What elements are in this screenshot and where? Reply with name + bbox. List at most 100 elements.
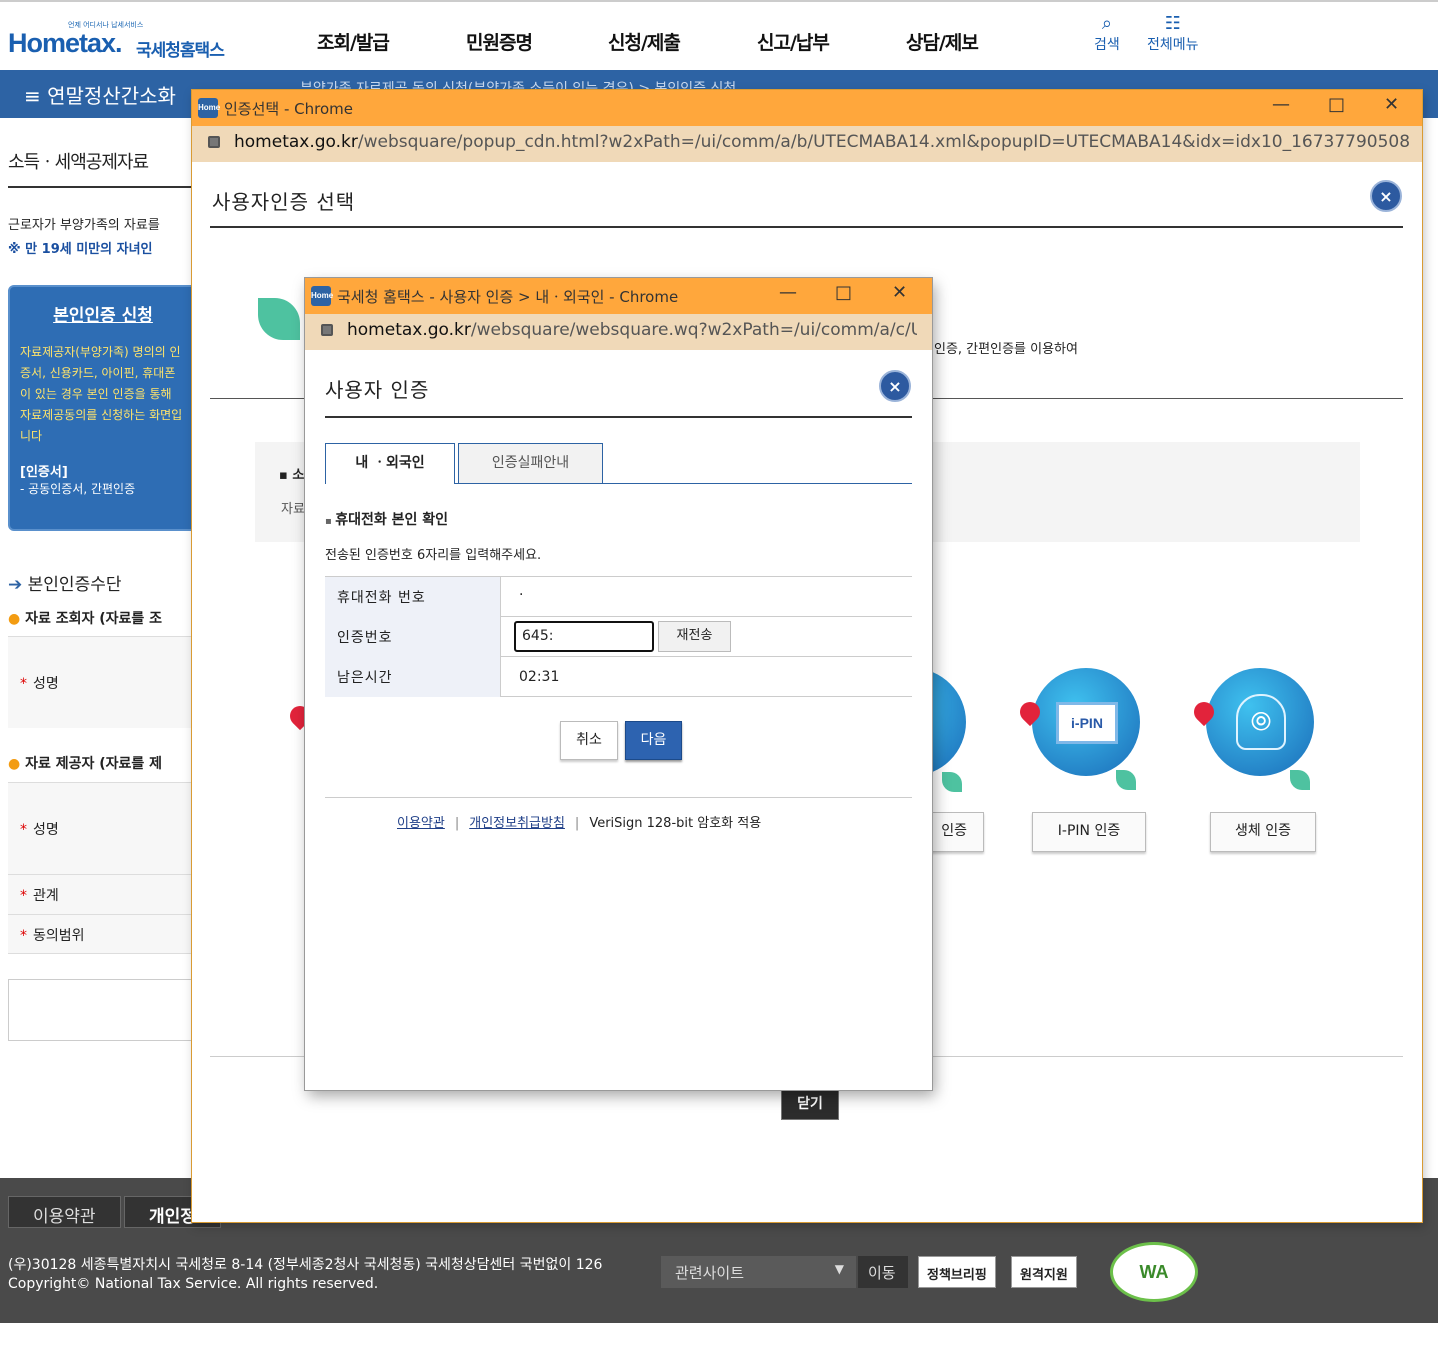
box-desc: 자료제공자(부양가족) 명의의 인증서, 신용카드, 아이핀, 휴대폰이 있는 …	[20, 345, 183, 443]
gnb-report[interactable]: 신고/납부	[757, 28, 830, 55]
remote-support-button[interactable]: 원격지원	[1011, 1256, 1077, 1288]
separator: |	[574, 816, 580, 831]
hometax-favicon-icon: Home	[311, 286, 333, 306]
maximize-button[interactable]: □	[1328, 94, 1345, 115]
remain-timer: 02:31	[519, 669, 560, 685]
go-button[interactable]: 이동	[858, 1256, 908, 1288]
gnb-counsel[interactable]: 상담/제보	[906, 28, 979, 55]
page-note: ※ 만 19세 미만의 자녀인	[8, 242, 153, 257]
code-row: 인증번호 645: 재전송	[325, 617, 912, 657]
required-icon: *	[20, 928, 27, 944]
biometric-auth-button[interactable]: 생체 인증	[1210, 812, 1316, 852]
identity-auth-info-box: 본인인증 신청 자료제공자(부양가족) 명의의 인증서, 신용카드, 아이핀, …	[8, 285, 198, 531]
privacy-policy-link[interactable]: 개인정보취급방침	[469, 816, 565, 831]
minimize-button[interactable]: —	[779, 282, 797, 303]
ipin-auth-button[interactable]: I-PIN 인증	[1032, 812, 1146, 852]
popup1-titlebar[interactable]: Home 인증선택 - Chrome — □ ✕	[192, 90, 1422, 126]
intro-text: 인증, 간편인증를 이용하여	[934, 342, 1078, 357]
verisign-notice: VeriSign 128-bit 암호화 적용	[589, 816, 762, 831]
biometric-auth-icon[interactable]: ⦾	[1206, 668, 1314, 776]
address-text: (우)30128 세종특별자치시 국세청로 8-14 (정부세종2청사 국세청동…	[8, 1257, 603, 1273]
hometax-logo[interactable]: 언제 어디서나 납세서비스 Hometax. 국세청홈택스	[8, 12, 238, 62]
popup2-window-title: 국세청 홈택스 - 사용자 인증 > 내ㆍ외국인 - Chrome	[337, 288, 679, 306]
notice-heading-text: 소	[292, 468, 305, 483]
resend-button[interactable]: 재전송	[658, 621, 731, 652]
related-sites-select[interactable]: 관련사이트 ▼	[661, 1256, 856, 1288]
notice-heading: ▪ 소	[279, 468, 305, 483]
phone-value: ·	[519, 587, 524, 603]
gnb-certificate[interactable]: 민원증명	[466, 28, 533, 55]
provider-name-label: 성명	[33, 822, 59, 838]
auth-code-input[interactable]: 645:	[514, 621, 654, 652]
gnb-apply[interactable]: 신청/제출	[608, 28, 681, 55]
minimize-button[interactable]: —	[1272, 94, 1290, 115]
popup2-heading: 사용자 인증	[325, 378, 430, 402]
notice-text: 자료	[281, 502, 305, 517]
user-auth-popup-window: Home 국세청 홈택스 - 사용자 인증 > 내ㆍ외국인 - Chrome —…	[305, 278, 932, 1090]
footer-address: (우)30128 세종특별자치시 국세청로 8-14 (정부세종2청사 국세청동…	[8, 1256, 602, 1294]
wa-certification-badge: WA	[1110, 1242, 1198, 1302]
required-icon: *	[20, 888, 27, 904]
popup2-titlebar[interactable]: Home 국세청 홈택스 - 사용자 인증 > 내ㆍ외국인 - Chrome —…	[305, 278, 932, 314]
popup2-close-button[interactable]: ×	[879, 370, 911, 402]
popup2-url: hometax.go.kr/websquare/websquare.wq?w2x…	[347, 320, 917, 340]
hometax-favicon-icon: Home	[198, 98, 220, 118]
search-label: 검색	[1094, 37, 1120, 53]
box-cert-heading: [인증서]	[20, 465, 68, 480]
circle-arrow-icon: ➔	[8, 575, 23, 595]
provider-scope-row: * 동의범위	[8, 914, 193, 954]
box-cert-text: - 공동인증서, 간편인증	[20, 482, 136, 496]
viewer-subheading-text: 자료 조회자 (자료를 조	[25, 611, 163, 627]
terms-link[interactable]: 이용약관	[397, 816, 445, 831]
required-icon: *	[20, 822, 27, 838]
hamburger-menu-button[interactable]: ≡ 연말정산간소화	[24, 80, 176, 109]
remain-row: 남은시간 02:31	[325, 657, 912, 697]
policy-briefing-button[interactable]: 정책브리핑	[918, 1256, 996, 1288]
footer-terms-link[interactable]: 이용약관	[8, 1196, 121, 1228]
code-label: 인증번호	[325, 617, 501, 657]
empty-box	[8, 979, 193, 1041]
viewer-name-row: * 성명	[8, 636, 193, 728]
copyright-text: Copyright© National Tax Service. All rig…	[8, 1276, 379, 1292]
logo-korean: 국세청홈택스	[136, 41, 225, 61]
page-desc: 근로자가 부양가족의 자료를	[8, 218, 160, 233]
popup2-footer-links: 이용약관 | 개인정보취급방침 | VeriSign 128-bit 암호화 적용	[397, 812, 761, 831]
monitor-icon: i-PIN	[1056, 702, 1118, 744]
popup1-window-title: 인증선택 - Chrome	[224, 100, 353, 118]
cancel-button[interactable]: 취소	[560, 721, 618, 760]
ipin-auth-icon[interactable]: i-PIN	[1032, 668, 1140, 776]
auth-method-title: 본인인증수단	[27, 575, 122, 595]
page-title: 소득ㆍ세액공제자료	[8, 152, 149, 173]
lock-icon	[321, 324, 333, 336]
all-menu-button[interactable]: ☷ 전체메뉴	[1147, 14, 1199, 54]
popup1-close-button[interactable]: ×	[1370, 180, 1402, 212]
scope-label: 동의범위	[33, 928, 85, 944]
search-icon: ⌕	[1101, 13, 1112, 34]
popup2-address-bar[interactable]: hometax.go.kr/websquare/websquare.wq?w2x…	[305, 314, 932, 350]
provider-subheading-text: 자료 제공자 (자료를 제	[25, 756, 163, 772]
heading-divider	[325, 416, 912, 418]
maximize-button[interactable]: □	[835, 282, 852, 303]
bullet-icon: ●	[8, 611, 21, 627]
tab-domestic-foreigner[interactable]: 내 ㆍ외국인	[325, 443, 455, 484]
next-button[interactable]: 다음	[625, 721, 682, 760]
related-sites-value: 관련사이트	[675, 1264, 745, 1282]
footer-divider	[325, 797, 912, 798]
heading-divider	[210, 226, 1403, 228]
chevron-down-icon: ▼	[834, 1262, 844, 1276]
window-close-button[interactable]: ✕	[892, 282, 907, 303]
gnb-inquiry[interactable]: 조회/발급	[317, 28, 390, 55]
top-header: 언제 어디서나 납세서비스 Hometax. 국세청홈택스 조회/발급 민원증명…	[0, 0, 1438, 70]
window-close-button[interactable]: ✕	[1384, 94, 1399, 115]
tab-auth-failure-guide[interactable]: 인증실패안내	[458, 443, 603, 484]
remain-label: 남은시간	[325, 657, 501, 697]
search-button[interactable]: ⌕ 검색	[1094, 14, 1120, 54]
popup1-address-bar[interactable]: hometax.go.kr/websquare/popup_cdn.html?w…	[192, 126, 1422, 162]
tab-divider	[455, 483, 912, 484]
close-button[interactable]: 닫기	[781, 1088, 839, 1120]
subbar-title: 연말정산간소화	[47, 84, 176, 108]
section-label: 휴대전화 본인 확인	[325, 509, 448, 529]
provider-relation-row: * 관계	[8, 874, 193, 914]
box-title[interactable]: 본인인증 신청	[20, 301, 186, 326]
viewer-subheading: ● 자료 조회자 (자료를 조	[8, 608, 162, 628]
